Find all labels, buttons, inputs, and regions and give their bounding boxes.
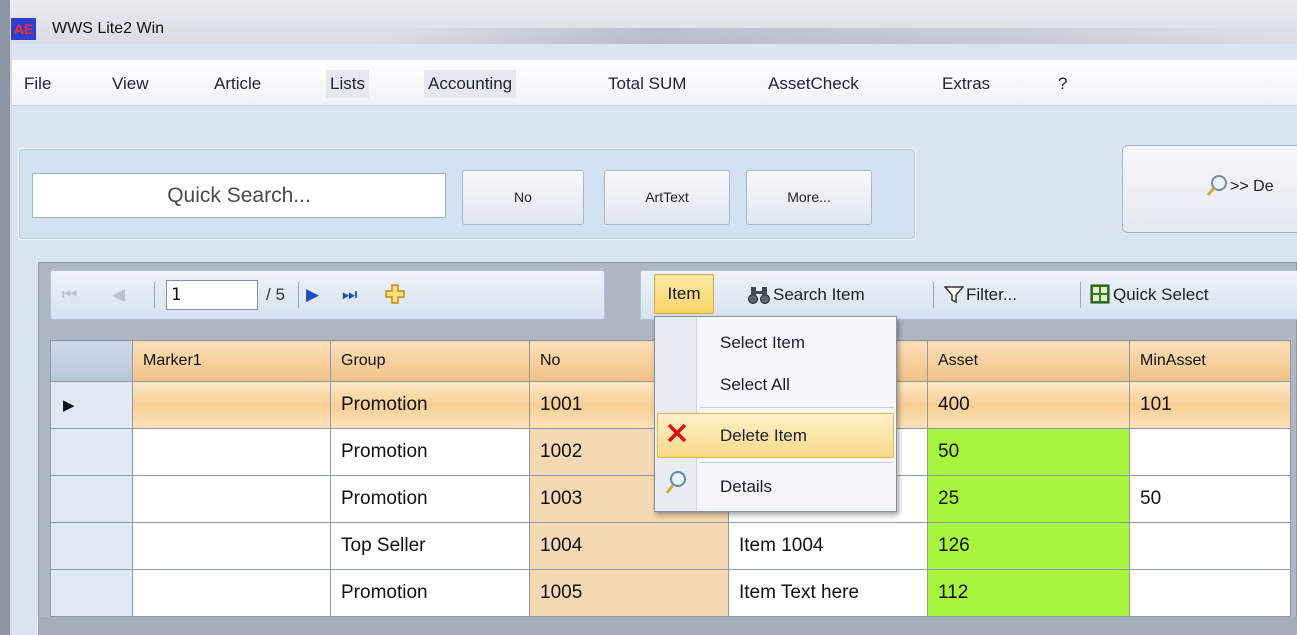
row-pointer-icon[interactable]: ▶ <box>50 381 133 429</box>
column-header-minasset[interactable]: MinAsset <box>1129 340 1291 382</box>
table-row[interactable]: Promotion 1005 Item Text here 112 <box>50 569 1291 617</box>
quick-search-input[interactable]: Quick Search... <box>32 173 446 218</box>
first-page-icon[interactable]: ⏮ <box>62 284 77 306</box>
cell-no[interactable]: 1005 <box>529 569 729 617</box>
search-by-arttext-button[interactable]: ArtText <box>604 170 730 225</box>
menu-details[interactable]: Details <box>720 474 772 500</box>
cell-marker[interactable] <box>132 569 331 617</box>
cell-minasset[interactable]: 101 <box>1129 381 1291 429</box>
delete-x-icon <box>667 423 687 443</box>
cell-asset[interactable]: 126 <box>927 522 1130 570</box>
cell-group[interactable]: Top Seller <box>330 522 530 570</box>
search-by-no-button[interactable]: No <box>462 170 584 225</box>
binoculars-icon <box>748 287 770 304</box>
cell-asset[interactable]: 400 <box>927 381 1130 429</box>
menu-separator <box>700 407 894 408</box>
search-item-button[interactable]: Search Item <box>773 276 865 314</box>
next-page-icon[interactable]: ▶ <box>306 284 319 306</box>
cell-group[interactable]: Promotion <box>330 475 530 523</box>
cell-asset[interactable]: 25 <box>927 475 1130 523</box>
filter-icon <box>944 286 964 304</box>
menu-delete-item[interactable]: Delete Item <box>720 423 807 449</box>
cell-group[interactable]: Promotion <box>330 569 530 617</box>
column-header-marker1[interactable]: Marker1 <box>132 340 331 382</box>
cell-minasset[interactable] <box>1129 428 1291 476</box>
cell-asset[interactable]: 112 <box>927 569 1130 617</box>
menu-help[interactable]: ? <box>1054 70 1071 98</box>
nav-separator <box>298 282 299 308</box>
row-header[interactable] <box>50 475 133 523</box>
cell-group[interactable]: Promotion <box>330 381 530 429</box>
column-header-group[interactable]: Group <box>330 340 530 382</box>
row-header[interactable] <box>50 522 133 570</box>
grid-bottom-strip <box>38 617 1297 635</box>
add-icon[interactable] <box>384 283 406 305</box>
menu-separator <box>700 462 894 463</box>
cell-text[interactable]: Item Text here <box>728 569 928 617</box>
details-button-label: >> De <box>1230 178 1274 195</box>
menu-file[interactable]: File <box>20 70 55 98</box>
magnifier-icon <box>665 471 686 494</box>
cell-asset[interactable]: 50 <box>927 428 1130 476</box>
menu-article[interactable]: Article <box>210 70 265 98</box>
window-title: WWS Lite2 Win <box>52 20 165 37</box>
cell-group[interactable]: Promotion <box>330 428 530 476</box>
grid-icon <box>1090 284 1110 304</box>
page-number-input[interactable]: 1 <box>166 280 258 310</box>
column-header-asset[interactable]: Asset <box>927 340 1130 382</box>
menu-select-all[interactable]: Select All <box>720 372 790 398</box>
cell-minasset[interactable] <box>1129 522 1291 570</box>
cell-marker[interactable] <box>132 522 331 570</box>
cell-text[interactable]: Item 1004 <box>728 522 928 570</box>
cell-no[interactable]: 1004 <box>529 522 729 570</box>
window-left-edge <box>0 0 10 635</box>
page-total: / 5 <box>266 285 285 304</box>
table-row[interactable]: Top Seller 1004 Item 1004 126 <box>50 522 1291 570</box>
cell-minasset[interactable]: 50 <box>1129 475 1291 523</box>
title-bar-blur <box>380 28 1280 44</box>
app-logo: AE <box>11 18 36 40</box>
toolbar-separator <box>933 282 934 308</box>
cell-marker[interactable] <box>132 475 331 523</box>
last-page-icon[interactable]: ⏭ <box>342 284 357 306</box>
row-header[interactable] <box>50 569 133 617</box>
filter-button[interactable]: Filter... <box>966 276 1017 314</box>
grid-corner-cell[interactable] <box>50 340 133 382</box>
menu-lists[interactable]: Lists <box>326 70 369 98</box>
cell-minasset[interactable] <box>1129 569 1291 617</box>
menu-extras[interactable]: Extras <box>938 70 994 98</box>
prev-page-icon[interactable]: ◀ <box>112 284 125 306</box>
record-navigator <box>50 270 605 320</box>
menu-assetcheck[interactable]: AssetCheck <box>764 70 863 98</box>
menu-select-item[interactable]: Select Item <box>720 330 805 356</box>
item-menu-button[interactable]: Item <box>654 274 714 314</box>
cell-marker[interactable] <box>132 381 331 429</box>
toolbar-separator <box>1080 282 1081 308</box>
row-header[interactable] <box>50 428 133 476</box>
magnifier-icon <box>1206 175 1227 196</box>
quick-select-button[interactable]: Quick Select <box>1113 276 1208 314</box>
cell-marker[interactable] <box>132 428 331 476</box>
nav-separator <box>154 282 155 308</box>
search-more-button[interactable]: More... <box>746 170 872 225</box>
menu-accounting[interactable]: Accounting <box>424 70 517 98</box>
menu-view[interactable]: View <box>108 70 153 98</box>
menu-total-sum[interactable]: Total SUM <box>604 70 690 98</box>
